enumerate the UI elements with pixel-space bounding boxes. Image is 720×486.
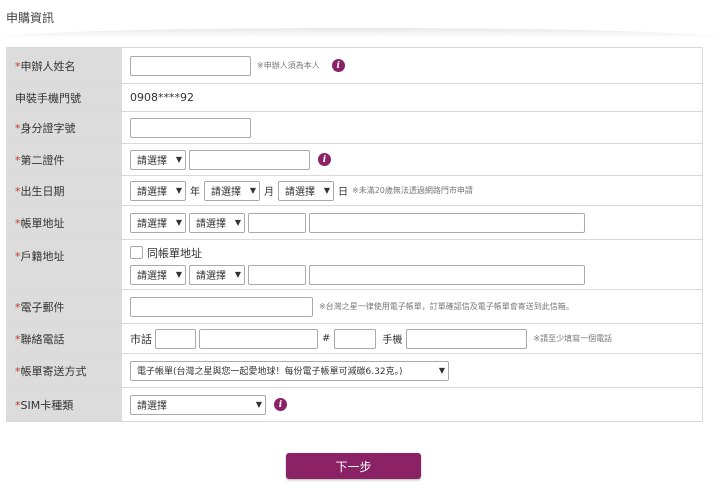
label-applicant-name: *申辦人姓名 — [6, 47, 122, 84]
birthday-note: ※未滿20歲無法透過網路門市申請 — [352, 186, 473, 195]
label-household-address: *戶籍地址 — [6, 239, 122, 290]
header-divider — [0, 28, 720, 38]
chevron-down-icon: ▼ — [234, 270, 241, 279]
label-bill-delivery: *帳單寄送方式 — [6, 353, 122, 388]
info-icon[interactable]: i — [331, 59, 345, 72]
chevron-down-icon: ▼ — [175, 186, 182, 195]
label-id-number: *身分證字號 — [6, 111, 122, 144]
chevron-down-icon: ▼ — [249, 186, 256, 195]
checkbox-icon[interactable] — [130, 246, 143, 259]
applicant-name-note: ※申辦人須為本人 — [257, 61, 320, 70]
chevron-down-icon: ▼ — [175, 270, 182, 279]
chevron-down-icon: ▼ — [255, 400, 262, 409]
chevron-down-icon: ▼ — [323, 186, 330, 195]
label-contact-phone: *聯絡電話 — [6, 323, 122, 354]
info-icon[interactable]: i — [318, 153, 331, 166]
form-row-bill-delivery: *帳單寄送方式 電子帳單(台灣之星與您一起愛地球！每份電子帳單可減碳6.32克。… — [6, 353, 703, 388]
chevron-down-icon: ▼ — [234, 218, 241, 227]
second-id-input[interactable] — [189, 149, 310, 170]
birth-month-select[interactable]: 請選擇 ▼ — [204, 180, 260, 201]
chevron-down-icon: ▼ — [175, 155, 182, 164]
form-row-name: *申辦人姓名 ※申辦人須為本人 i — [6, 47, 703, 84]
form-row-billing-address: *帳單地址 請選擇 ▼ 請選擇 ▼ — [6, 205, 703, 240]
chevron-down-icon: ▼ — [175, 218, 182, 227]
birth-day-select[interactable]: 請選擇 ▼ — [278, 180, 334, 201]
form-row-birthday: *出生日期 請選擇 ▼ 年 請選擇 ▼ 月 請選擇 ▼ 日 ※未滿20歲無法透過網路門… — [6, 175, 703, 206]
contact-phone-note: ※請至少填寫一個電話 — [533, 334, 613, 343]
label-second-id: *第二證件 — [6, 143, 122, 176]
label-sim-type: *SIM卡種類 — [6, 387, 122, 422]
second-id-select[interactable]: 請選擇 ▼ — [130, 149, 186, 170]
info-icon[interactable]: i — [274, 398, 287, 411]
label-billing-address: *帳單地址 — [6, 205, 122, 240]
email-note: ※台灣之星一律使用電子帳單，訂單確認信及電子帳單會寄送到此信箱。 — [319, 302, 574, 311]
billing-district-select[interactable]: 請選擇 ▼ — [189, 212, 245, 233]
phone-value: 0908****92 — [121, 83, 703, 112]
chevron-down-icon: ▼ — [438, 366, 445, 375]
label-phone: 申裝手機門號 — [6, 83, 122, 112]
bill-delivery-select[interactable]: 電子帳單(台灣之星與您一起愛地球！每份電子帳單可減碳6.32克。) ▼ — [130, 360, 449, 381]
form-row-sim-type: *SIM卡種類 請選擇 ▼ i — [6, 387, 703, 422]
form-row-household-address: *戶籍地址 同帳單地址 請選擇 ▼ 請選擇 ▼ — [6, 239, 703, 290]
section-title: 申購資訊 — [6, 11, 55, 25]
form-row-phone: 申裝手機門號 0908****92 — [6, 83, 703, 112]
landline-input[interactable] — [199, 328, 318, 349]
extension-input[interactable] — [334, 328, 377, 349]
section-header: 申購資訊 — [0, 0, 720, 38]
sim-type-select[interactable]: 請選擇 ▼ — [130, 394, 266, 415]
label-birthday: *出生日期 — [6, 175, 122, 206]
next-step-button[interactable]: 下一步 — [286, 453, 421, 479]
household-district-select[interactable]: 請選擇 ▼ — [189, 264, 245, 285]
form-row-second-id: *第二證件 請選擇 ▼ i — [6, 143, 703, 176]
birth-year-select[interactable]: 請選擇 ▼ — [130, 180, 186, 201]
billing-city-select[interactable]: 請選擇 ▼ — [130, 212, 186, 233]
household-zip-input[interactable] — [248, 264, 306, 285]
email-input[interactable] — [130, 296, 313, 317]
billing-address-input[interactable] — [309, 212, 585, 233]
area-code-input[interactable] — [155, 328, 196, 349]
household-address-input[interactable] — [309, 264, 585, 285]
applicant-name-input[interactable] — [130, 55, 251, 76]
form-row-email: *電子郵件 ※台灣之星一律使用電子帳單，訂單確認信及電子帳單會寄送到此信箱。 — [6, 289, 703, 324]
id-number-input[interactable] — [130, 117, 251, 138]
application-form: *申辦人姓名 ※申辦人須為本人 i 申裝手機門號 0908****92 *身分證… — [6, 47, 703, 422]
same-as-billing-checkbox[interactable]: 同帳單地址 — [130, 245, 702, 261]
mobile-input[interactable] — [406, 328, 528, 349]
billing-zip-input[interactable] — [248, 212, 306, 233]
form-row-id: *身分證字號 — [6, 111, 703, 144]
household-city-select[interactable]: 請選擇 ▼ — [130, 264, 186, 285]
label-email: *電子郵件 — [6, 289, 122, 324]
form-row-contact-phone: *聯絡電話 市話 # 手機 ※請至少填寫一個電話 — [6, 323, 703, 354]
